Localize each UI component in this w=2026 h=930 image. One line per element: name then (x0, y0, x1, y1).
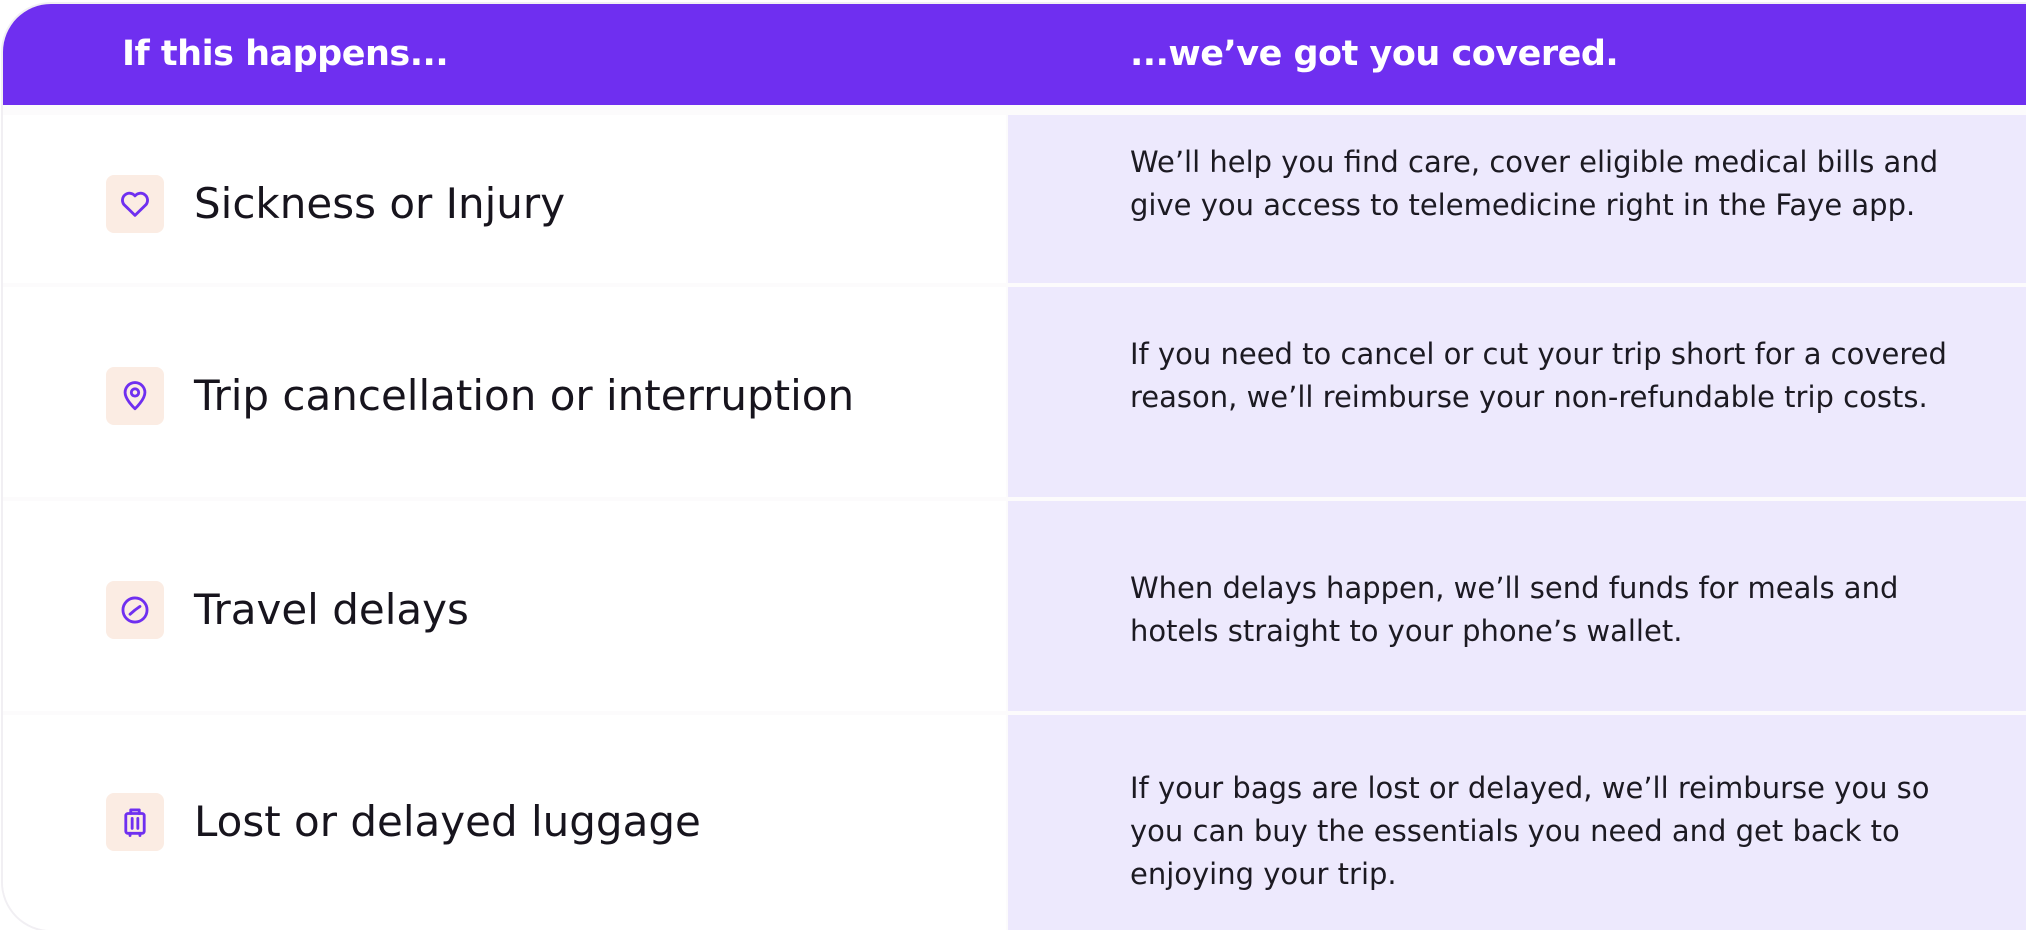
row-description: If you need to cancel or cut your trip s… (1130, 337, 1947, 414)
row-right-cell: If you need to cancel or cut your trip s… (1008, 287, 2026, 497)
row-description: We’ll help you find care, cover eligible… (1130, 145, 1939, 222)
row-right-cell: When delays happen, we’ll send funds for… (1008, 501, 2026, 711)
icon-tile (106, 175, 164, 233)
header-left-label: If this happens... (122, 34, 449, 74)
row-left-cell: Travel delays (3, 501, 1006, 711)
table-row: Trip cancellation or interruption If you… (3, 287, 2026, 497)
table-row: Lost or delayed luggage If your bags are… (3, 715, 2026, 930)
icon-tile (106, 367, 164, 425)
table-row: Sickness or Injury We’ll help you find c… (3, 115, 2026, 283)
coverage-table: If this happens... ...we’ve got you cove… (3, 4, 2026, 930)
luggage-icon (124, 808, 146, 837)
clock-icon (121, 596, 149, 624)
icon-tile (106, 581, 164, 639)
row-right-cell: We’ll help you find care, cover eligible… (1008, 115, 2026, 283)
row-title: Lost or delayed luggage (194, 797, 701, 846)
icon-tile (106, 793, 164, 851)
row-left-cell: Lost or delayed luggage (3, 715, 1006, 930)
row-title: Travel delays (194, 585, 469, 634)
location-pin-icon (123, 381, 147, 411)
heart-icon (121, 191, 149, 217)
row-title: Trip cancellation or interruption (194, 371, 855, 420)
row-left-cell: Trip cancellation or interruption (3, 287, 1006, 497)
table-header: If this happens... ...we’ve got you cove… (3, 4, 2026, 105)
header-right-label: ...we’ve got you covered. (1130, 34, 1619, 74)
table-row: Travel delays When delays happen, we’ll … (3, 501, 2026, 711)
row-right-cell: If your bags are lost or delayed, we’ll … (1008, 715, 2026, 930)
row-title: Sickness or Injury (194, 179, 566, 228)
row-description: When delays happen, we’ll send funds for… (1130, 571, 1899, 648)
row-left-cell: Sickness or Injury (3, 115, 1006, 283)
row-description: If your bags are lost or delayed, we’ll … (1130, 771, 1930, 891)
